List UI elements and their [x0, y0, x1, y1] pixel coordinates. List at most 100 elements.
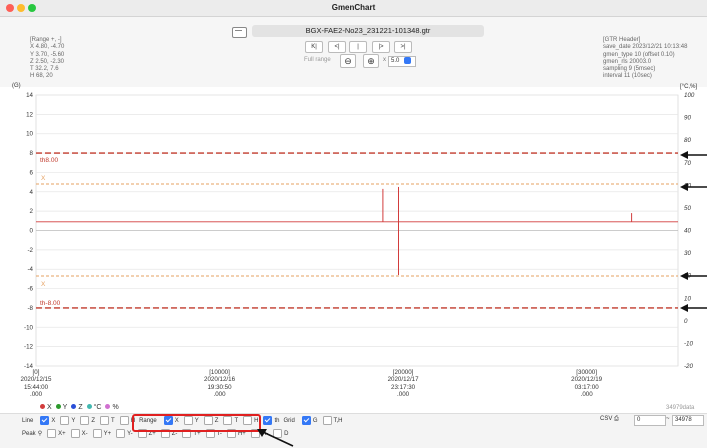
- left-tick-label: 14: [26, 92, 33, 99]
- x-tick-label: [30000] 2020/12/19 03:17:00.000: [557, 369, 617, 398]
- legend-dot: [40, 404, 45, 409]
- peak-toggle-2[interactable]: Y+: [88, 429, 112, 438]
- right-tick-label: 40: [684, 228, 691, 235]
- peak-toggle-0-label: X+: [58, 431, 66, 438]
- legend-label: °C: [93, 404, 102, 411]
- threshold-label: th8.00: [40, 157, 58, 164]
- x-tick-label: [10000] 2020/12/16 19:30:50.000: [190, 369, 250, 398]
- left-tick-label: 4: [30, 189, 34, 196]
- range-info-line: Z 2.50, -2.30: [30, 58, 65, 65]
- legend-dot: [71, 404, 77, 409]
- grid-toggle-0-checkbox[interactable]: [301, 416, 311, 425]
- gtr-header-line: gmen_type 10 (offset 0.10): [603, 51, 675, 58]
- x-tick-date: 2020/12/19: [571, 376, 603, 384]
- file-name: BGX-FAE2-No23_231221-101348.gtr: [252, 25, 484, 37]
- line-toggle-x[interactable]: X: [35, 416, 55, 425]
- range-highlight-box: [132, 414, 261, 432]
- left-tick-label: 12: [26, 111, 33, 118]
- gtr-header-line: gmen_rls 20003.0: [603, 58, 652, 65]
- left-tick-label: -2: [27, 247, 33, 254]
- open-file-icon[interactable]: [232, 27, 247, 38]
- gtr-header-line: [GTR Header]: [603, 37, 641, 43]
- x-tick-index: [0]: [32, 369, 40, 376]
- peak-toggle-1-checkbox[interactable]: [70, 429, 80, 438]
- nav-last-button[interactable]: >|: [394, 41, 412, 53]
- nav-next-button[interactable]: |>: [372, 41, 390, 53]
- zoom-multiplier: x: [383, 57, 386, 63]
- line-toggle-t-checkbox[interactable]: [100, 416, 110, 425]
- nav-center-button[interactable]: |: [349, 41, 367, 53]
- peak-toggle-3-checkbox[interactable]: [116, 429, 126, 438]
- chart-plot[interactable]: 14121086420-2-4-6-8-10-12-14100908070605…: [0, 88, 707, 370]
- range-info-line: [Range +, -]: [30, 37, 62, 43]
- left-tick-label: -6: [27, 286, 33, 293]
- zoom-out-icon[interactable]: ⊖: [340, 54, 356, 68]
- left-tick-label: -10: [24, 324, 34, 331]
- nav-first-button[interactable]: K|: [305, 41, 323, 53]
- right-tick-label: -20: [684, 363, 694, 370]
- zoom-stepper[interactable]: [404, 57, 411, 64]
- legend-label: X: [47, 404, 52, 411]
- annotation-arrow-range-high: [680, 183, 707, 191]
- line-toggle-y[interactable]: Y: [55, 416, 75, 425]
- right-tick-label: 30: [684, 250, 691, 257]
- grid-toggle-1-checkbox[interactable]: [322, 416, 332, 425]
- x-tick-index: [20000]: [392, 369, 414, 376]
- line-toggle-x-checkbox[interactable]: [40, 416, 50, 425]
- gtr-header-line: sampling 9 (5msec): [603, 66, 656, 73]
- zoom-in-icon[interactable]: ⊕: [363, 54, 379, 68]
- range-info-line: T 32.2, 7.6: [30, 66, 59, 73]
- x-tick-index: [30000]: [576, 369, 597, 376]
- range-info-line: Y 3.70, -5.60: [30, 51, 65, 58]
- range-toggle-th[interactable]: th: [258, 416, 279, 425]
- peak-toggle-2-checkbox[interactable]: [92, 429, 102, 438]
- right-tick-label: -10: [684, 340, 694, 347]
- window-title: GmenChart: [331, 3, 376, 12]
- csv-export[interactable]: CSV ⎙: [600, 416, 619, 423]
- peak-toggle-0-checkbox[interactable]: [47, 429, 57, 438]
- left-tick-label: 6: [30, 169, 34, 176]
- x-tick-ms: .000: [29, 390, 43, 398]
- left-tick-label: -4: [27, 266, 33, 273]
- nav-prev-button[interactable]: <|: [328, 41, 346, 53]
- line-toggle-y-checkbox[interactable]: [60, 416, 70, 425]
- peak-toggle-0[interactable]: X+: [42, 429, 66, 438]
- line-toggle-z-checkbox[interactable]: [80, 416, 90, 425]
- gtr-header-info: [GTR Header] save_date 2023/12/21 10:13:4…: [603, 37, 687, 81]
- peak-toggle-3[interactable]: Y-: [111, 429, 133, 438]
- left-tick-label: 0: [30, 228, 34, 235]
- grid-section-label: Grid: [283, 417, 295, 424]
- series-legend: X Y Z °C%: [36, 404, 119, 411]
- legend-label: %: [112, 404, 119, 411]
- peak-toggle-2-label: Y+: [103, 431, 112, 438]
- line-toggle-t[interactable]: T: [95, 416, 115, 425]
- range-info-line: H 68, 20: [30, 73, 53, 80]
- line-toggle-h-checkbox[interactable]: [119, 416, 129, 425]
- csv-label: CSV: [600, 416, 613, 422]
- left-tick-label: 2: [30, 208, 34, 215]
- x-tick-time: 15:44:00: [23, 383, 49, 391]
- x-tick-ms: .000: [397, 390, 410, 398]
- gtr-header-line: interval 11 (10sec): [603, 73, 652, 80]
- title-bar: GmenChart: [0, 0, 707, 17]
- x-tick-ms: .000: [213, 390, 226, 398]
- line-toggle-z[interactable]: Z: [75, 416, 95, 425]
- grid-toggle-1-label: T,H: [333, 418, 343, 425]
- x-tick-time: 19:30:50: [207, 383, 232, 391]
- x-tick-date: 2020/12/17: [387, 376, 419, 384]
- grid-toggle-0[interactable]: G: [297, 416, 318, 425]
- range-to-input[interactable]: 34978: [672, 415, 704, 426]
- right-tick-label: 10: [684, 295, 691, 302]
- left-tick-label: -12: [24, 344, 34, 351]
- right-tick-label: 70: [684, 160, 691, 167]
- range-toggle-th-checkbox[interactable]: [263, 416, 273, 425]
- right-tick-label: 90: [684, 115, 691, 122]
- left-tick-label: 8: [30, 150, 34, 157]
- annotation-arrow-range: [257, 429, 294, 447]
- x-tick-date: 2020/12/16: [204, 376, 236, 384]
- peak-toggle-1[interactable]: X-: [66, 429, 88, 438]
- grid-toggle-1[interactable]: T,H: [318, 416, 343, 425]
- threshold-label: th-8.00: [40, 300, 61, 307]
- range-from-input[interactable]: 0: [634, 415, 666, 426]
- zoom-value-input[interactable]: 5.0: [388, 56, 416, 67]
